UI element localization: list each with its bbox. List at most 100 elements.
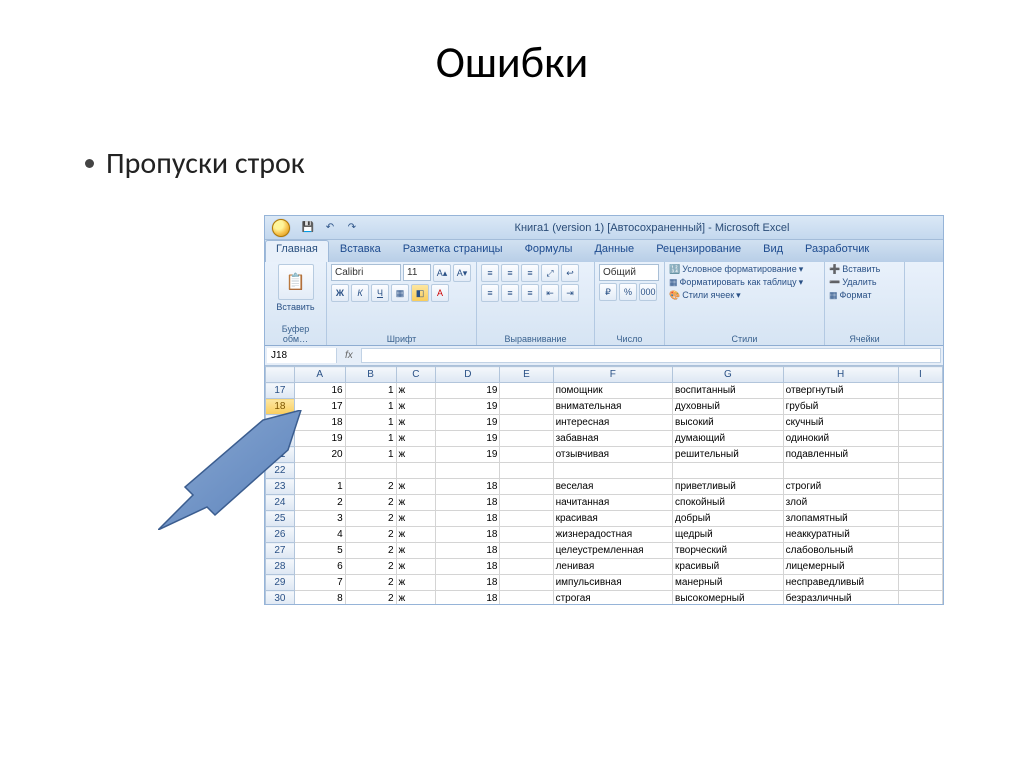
- cell[interactable]: думающий: [673, 431, 784, 447]
- align-bottom-button[interactable]: ≡: [521, 264, 539, 282]
- cell[interactable]: внимательная: [553, 399, 672, 415]
- align-left-button[interactable]: ≡: [481, 284, 499, 302]
- column-header-B[interactable]: B: [345, 367, 396, 383]
- cell[interactable]: ж: [396, 383, 436, 399]
- column-header-C[interactable]: C: [396, 367, 436, 383]
- row-header[interactable]: 21: [266, 447, 295, 463]
- cell[interactable]: высокомерный: [673, 591, 784, 606]
- cell[interactable]: [898, 559, 942, 575]
- cell[interactable]: подавленный: [783, 447, 898, 463]
- cell[interactable]: ж: [396, 591, 436, 606]
- cell[interactable]: слабовольный: [783, 543, 898, 559]
- cell[interactable]: 3: [294, 511, 345, 527]
- table-row[interactable]: 19181ж19интереснаявысокийскучный: [266, 415, 943, 431]
- cell[interactable]: [898, 463, 942, 479]
- cell[interactable]: 19: [436, 383, 500, 399]
- row-header[interactable]: 23: [266, 479, 295, 495]
- cell[interactable]: [898, 383, 942, 399]
- bold-button[interactable]: Ж: [331, 284, 349, 302]
- fx-icon[interactable]: fx: [339, 346, 359, 365]
- cell[interactable]: ж: [396, 447, 436, 463]
- row-header[interactable]: 22: [266, 463, 295, 479]
- cell[interactable]: [294, 463, 345, 479]
- cell[interactable]: ж: [396, 559, 436, 575]
- cell[interactable]: безразличный: [783, 591, 898, 606]
- number-format-input[interactable]: [599, 264, 659, 281]
- font-size-input[interactable]: [403, 264, 431, 281]
- cell[interactable]: [898, 511, 942, 527]
- cell[interactable]: ж: [396, 495, 436, 511]
- column-header-E[interactable]: E: [500, 367, 553, 383]
- comma-button[interactable]: 000: [639, 283, 657, 301]
- cell[interactable]: [898, 399, 942, 415]
- name-box[interactable]: J18: [267, 348, 337, 363]
- delete-cells-button[interactable]: ➖ Удалить: [829, 277, 877, 288]
- table-row[interactable]: 3082ж18строгаявысокомерныйбезразличный: [266, 591, 943, 606]
- row-header[interactable]: 24: [266, 495, 295, 511]
- cell[interactable]: 1: [345, 415, 396, 431]
- cell[interactable]: ж: [396, 479, 436, 495]
- align-center-button[interactable]: ≡: [501, 284, 519, 302]
- cell[interactable]: [783, 463, 898, 479]
- percent-button[interactable]: %: [619, 283, 637, 301]
- cell[interactable]: 2: [345, 495, 396, 511]
- align-top-button[interactable]: ≡: [481, 264, 499, 282]
- table-row[interactable]: 2532ж18красиваядобрыйзлопамятный: [266, 511, 943, 527]
- currency-button[interactable]: ₽: [599, 283, 617, 301]
- cell[interactable]: строгий: [783, 479, 898, 495]
- tab-data[interactable]: Данные: [583, 240, 645, 262]
- cell[interactable]: веселая: [553, 479, 672, 495]
- tab-insert[interactable]: Вставка: [329, 240, 392, 262]
- column-header-D[interactable]: D: [436, 367, 500, 383]
- cell[interactable]: грубый: [783, 399, 898, 415]
- row-header[interactable]: 30: [266, 591, 295, 606]
- cell[interactable]: [500, 543, 553, 559]
- table-row[interactable]: 17161ж19помощниквоспитанныйотвергнутый: [266, 383, 943, 399]
- cell[interactable]: 18: [436, 527, 500, 543]
- cell[interactable]: забавная: [553, 431, 672, 447]
- cell[interactable]: ж: [396, 527, 436, 543]
- cell[interactable]: [396, 463, 436, 479]
- cell[interactable]: ж: [396, 543, 436, 559]
- row-header[interactable]: 18: [266, 399, 295, 415]
- cell[interactable]: 6: [294, 559, 345, 575]
- row-header[interactable]: 28: [266, 559, 295, 575]
- cell[interactable]: злой: [783, 495, 898, 511]
- tab-home[interactable]: Главная: [265, 240, 329, 262]
- cell[interactable]: 19: [436, 415, 500, 431]
- column-header-H[interactable]: H: [783, 367, 898, 383]
- font-color-button[interactable]: A: [431, 284, 449, 302]
- borders-button[interactable]: ▦: [391, 284, 409, 302]
- cell[interactable]: [898, 591, 942, 606]
- cell[interactable]: помощник: [553, 383, 672, 399]
- cell[interactable]: [673, 463, 784, 479]
- cell[interactable]: 20: [294, 447, 345, 463]
- cell[interactable]: лицемерный: [783, 559, 898, 575]
- cell[interactable]: 1: [345, 447, 396, 463]
- table-row[interactable]: 18171ж19внимательнаядуховныйгрубый: [266, 399, 943, 415]
- cell[interactable]: неаккуратный: [783, 527, 898, 543]
- cell[interactable]: [898, 479, 942, 495]
- cell[interactable]: [500, 447, 553, 463]
- row-header[interactable]: 17: [266, 383, 295, 399]
- cell[interactable]: злопамятный: [783, 511, 898, 527]
- cell[interactable]: [898, 575, 942, 591]
- cell[interactable]: скучный: [783, 415, 898, 431]
- table-row[interactable]: 2312ж18веселаяприветливыйстрогий: [266, 479, 943, 495]
- cell[interactable]: 18: [436, 559, 500, 575]
- cell[interactable]: [500, 415, 553, 431]
- cell[interactable]: 1: [294, 479, 345, 495]
- worksheet[interactable]: ABCDEFGHI 17161ж19помощниквоспитанныйотв…: [265, 366, 943, 605]
- cell[interactable]: щедрый: [673, 527, 784, 543]
- column-header-G[interactable]: G: [673, 367, 784, 383]
- cell[interactable]: несправедливый: [783, 575, 898, 591]
- column-header-F[interactable]: F: [553, 367, 672, 383]
- cell[interactable]: [500, 591, 553, 606]
- table-row[interactable]: 2862ж18лениваякрасивыйлицемерный: [266, 559, 943, 575]
- cell[interactable]: [898, 543, 942, 559]
- cell[interactable]: 18: [436, 591, 500, 606]
- cell[interactable]: 18: [436, 511, 500, 527]
- cell[interactable]: [500, 495, 553, 511]
- column-header-A[interactable]: A: [294, 367, 345, 383]
- cell[interactable]: спокойный: [673, 495, 784, 511]
